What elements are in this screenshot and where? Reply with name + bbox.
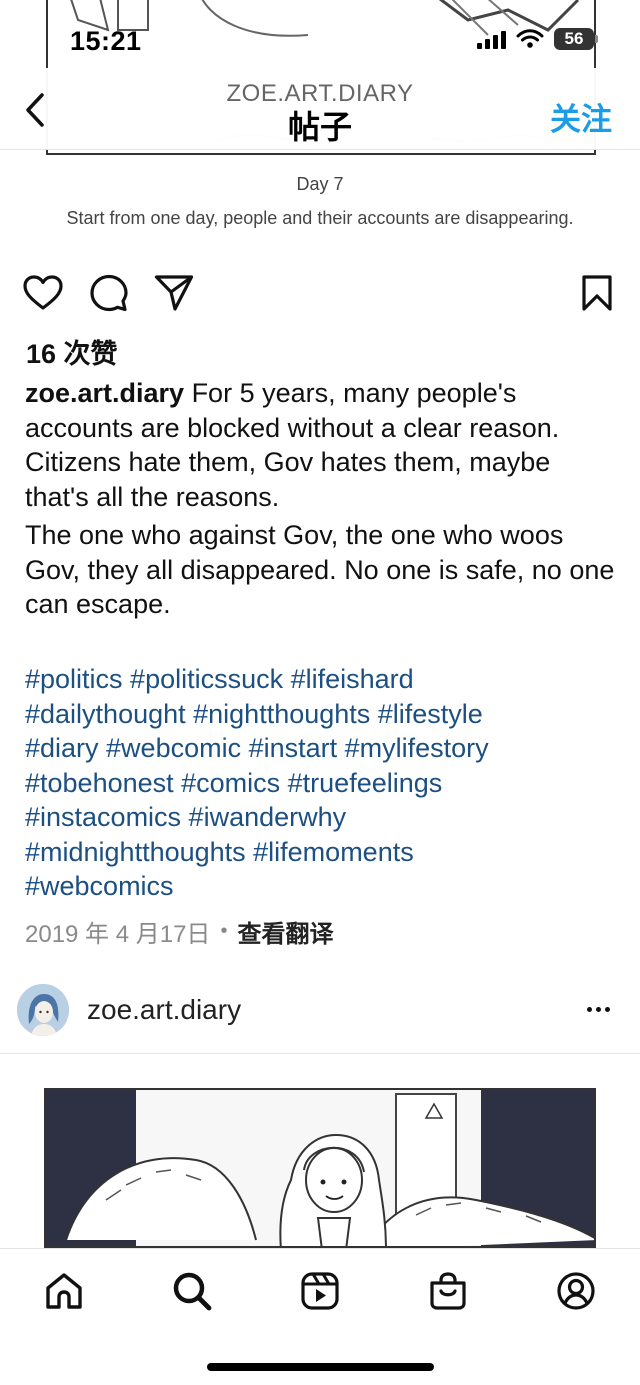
post-caption: zoe.art.diary For 5 years, many people's… <box>25 376 620 622</box>
page-title: 帖子 <box>287 109 352 145</box>
share-button[interactable] <box>153 272 195 314</box>
home-icon <box>46 1273 82 1309</box>
caption-paragraph-1: zoe.art.diary For 5 years, many people's… <box>25 376 620 514</box>
status-icons: 56 <box>477 28 598 50</box>
separator-dot: • <box>220 920 228 942</box>
shop-icon <box>430 1272 466 1310</box>
hashtag-line[interactable]: #dailythought #nightthoughts #lifestyle <box>25 697 625 732</box>
send-icon <box>154 275 194 311</box>
caption-text-2: The one who against Gov, the one who woo… <box>25 520 615 619</box>
post-meta: 2019 年 4 月17日 • 查看翻译 <box>25 914 333 949</box>
more-icon-dot <box>604 1006 610 1012</box>
hashtag-line[interactable]: #instacomics #iwanderwhy <box>25 800 625 835</box>
next-post-header: zoe.art.diary <box>0 980 640 1054</box>
translate-link[interactable]: 查看翻译 <box>237 914 333 949</box>
comic-caption: Day 7 Start from one day, people and the… <box>0 150 640 250</box>
follow-button[interactable]: 关注 <box>550 94 612 139</box>
avatar[interactable] <box>17 984 69 1036</box>
more-button[interactable] <box>578 994 618 1024</box>
hashtag-line[interactable]: #midnightthoughts #lifemoments <box>25 835 625 870</box>
battery-icon: 56 <box>554 28 598 50</box>
nav-header: ZOE.ART.DIARY 帖子 关注 <box>0 68 640 150</box>
search-icon <box>173 1272 212 1311</box>
save-button[interactable] <box>576 272 618 314</box>
tab-profile[interactable] <box>554 1269 598 1313</box>
post-username[interactable]: zoe.art.diary <box>87 994 241 1026</box>
hashtag-line[interactable]: #diary #webcomic #instart #mylifestory <box>25 731 625 766</box>
more-icon-dot <box>586 1006 592 1012</box>
signal-icon <box>477 29 506 49</box>
comment-button[interactable] <box>88 272 130 314</box>
comment-icon <box>90 274 128 312</box>
like-button[interactable] <box>22 272 64 314</box>
avatar-illustration <box>17 984 69 1036</box>
post-image[interactable] <box>44 1088 596 1248</box>
post-actions <box>0 268 640 318</box>
bottom-tab-bar <box>0 1248 640 1385</box>
like-count[interactable]: 16 次赞 <box>26 332 118 371</box>
tab-search[interactable] <box>170 1269 214 1313</box>
post-date: 2019 年 4 月17日 <box>25 921 211 948</box>
comic-day-label: Day 7 <box>296 174 344 194</box>
status-time: 15:21 <box>70 26 142 56</box>
reels-icon <box>301 1272 339 1310</box>
bookmark-icon <box>582 275 612 311</box>
more-icon-dot <box>595 1006 601 1012</box>
tab-home[interactable] <box>42 1269 86 1313</box>
hashtag-line[interactable]: #webcomics <box>25 869 625 904</box>
wifi-icon <box>516 29 544 48</box>
hashtag-line[interactable]: #politics #politicssuck #lifeishard <box>25 662 625 697</box>
tab-reels[interactable] <box>298 1269 342 1313</box>
heart-icon <box>23 275 63 310</box>
home-indicator[interactable] <box>207 1363 434 1371</box>
tab-shop[interactable] <box>426 1269 470 1313</box>
hashtag-block: #politics #politicssuck #lifeishard #dai… <box>25 662 625 904</box>
caption-username[interactable]: zoe.art.diary <box>25 378 184 408</box>
comic-illustration <box>46 1090 594 1246</box>
hashtag-line[interactable]: #tobehonest #comics #truefeelings <box>25 766 625 801</box>
status-bar: 15:21 56 <box>0 18 640 68</box>
battery-level: 56 <box>564 29 584 48</box>
comic-description: Start from one day, people and their acc… <box>66 208 574 228</box>
profile-icon <box>557 1272 595 1310</box>
